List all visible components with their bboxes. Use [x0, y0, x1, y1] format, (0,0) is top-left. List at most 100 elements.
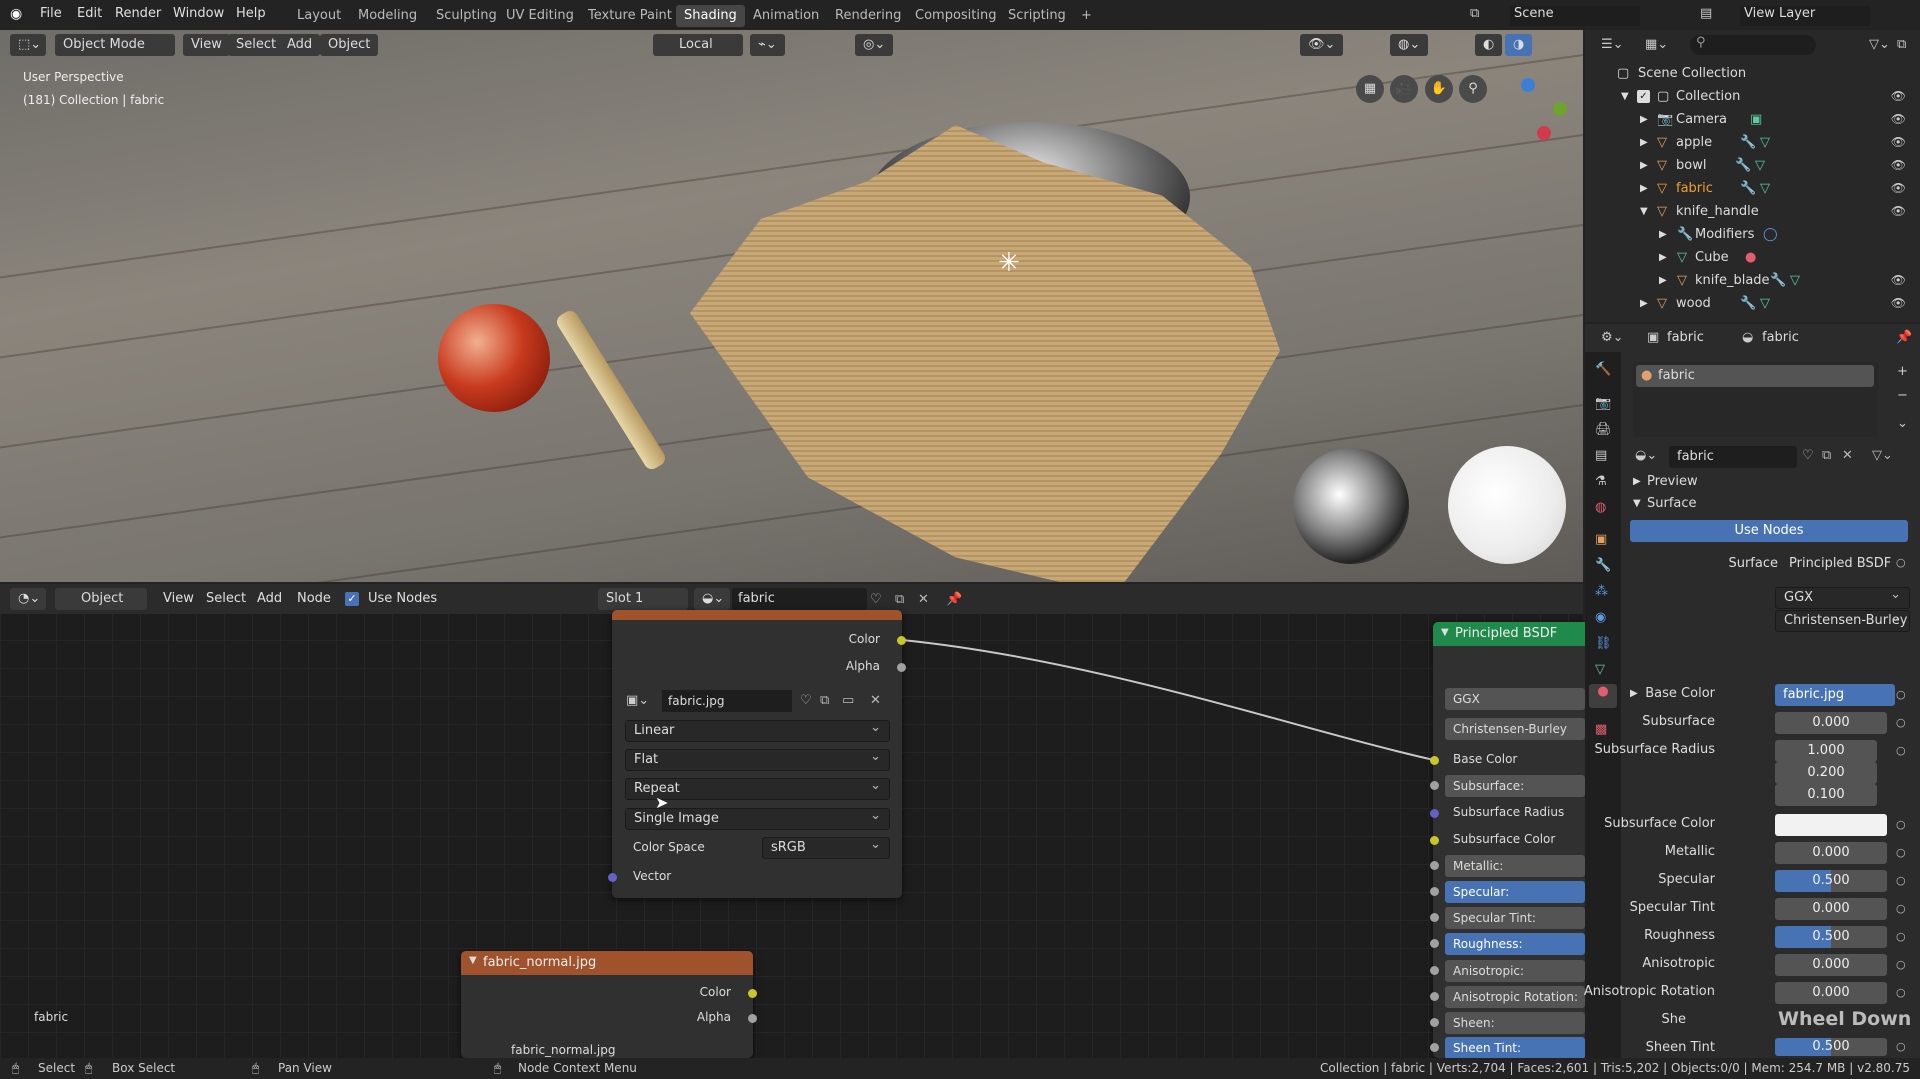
projection-dropdown[interactable]: Flat	[625, 747, 890, 771]
prop-anisotropic-rotation-dot-icon[interactable]: ○	[1896, 986, 1906, 999]
material-tab-icon[interactable]: ●	[1589, 684, 1617, 708]
color-space-dropdown[interactable]: sRGB	[762, 835, 890, 859]
camera-data-icon[interactable]: ▣	[1750, 108, 1762, 131]
prop-subsurface-dot-icon[interactable]: ○	[1896, 716, 1906, 729]
output-tab-icon[interactable]: 🖨	[1595, 422, 1612, 437]
image-output-color-socket[interactable]	[897, 636, 906, 645]
bsdf-specular-tint-socket[interactable]	[1430, 913, 1439, 922]
prop-sheen-tint-dot-icon[interactable]: ○	[1896, 1040, 1906, 1053]
knife-blade-expand-icon[interactable]: ▶	[1659, 269, 1667, 292]
new-collection-icon[interactable]: ⧉	[1897, 37, 1906, 52]
view-layer-name[interactable]: View Layer	[1740, 6, 1870, 26]
bsdf-input-specular[interactable]: Specular:	[1445, 881, 1585, 903]
wood-modifier-icon[interactable]: 🔧	[1740, 292, 1756, 315]
normal-image-name[interactable]: fabric_normal.jpg	[511, 1043, 616, 1057]
bsdf-subsurface-color-socket[interactable]	[1430, 836, 1439, 845]
prop-specular-tint-value[interactable]: 0.000	[1775, 898, 1887, 920]
surface-shader-dot-icon[interactable]: ○	[1896, 556, 1906, 569]
knife-blade-visibility-icon[interactable]: 👁	[1891, 269, 1906, 292]
prop-roughness-dot-icon[interactable]: ○	[1896, 930, 1906, 943]
scene-tab-icon[interactable]: ⚗	[1595, 474, 1607, 489]
preview-panel-arrow-icon[interactable]: ▶	[1633, 476, 1641, 487]
prop-subsurface-radius-dot-icon[interactable]: ○	[1896, 744, 1906, 757]
normal-collapse-icon[interactable]: ▼	[469, 955, 477, 966]
outliner-row-knife-blade[interactable]: ▶ ▽ knife_blade 🔧 ▽ 👁	[1585, 269, 1920, 292]
knife-handle-expand-icon[interactable]: ▼	[1640, 200, 1648, 223]
outliner-row-bowl[interactable]: ▶ ▽ bowl 🔧 ▽ 👁	[1585, 154, 1920, 177]
bsdf-collapse-icon[interactable]: ▼	[1441, 627, 1449, 638]
outliner-funnel-icon[interactable]: ▽⌄	[1869, 37, 1890, 52]
object-tab-icon[interactable]: ▣	[1595, 532, 1607, 547]
bsdf-subsurface-radius-socket[interactable]	[1430, 809, 1439, 818]
remove-slot-icon[interactable]: −	[1897, 388, 1908, 403]
image-unlink-icon[interactable]: ✕	[870, 693, 881, 708]
material-unlink-icon[interactable]: ✕	[1842, 448, 1853, 463]
surface-shader-value[interactable]: Principled BSDF	[1789, 556, 1891, 571]
image-open-icon[interactable]: ▭	[842, 693, 854, 708]
outliner-row-scene-collection[interactable]: ▢ Scene Collection	[1585, 62, 1920, 85]
bsdf-input-sheen-tint[interactable]: Sheen Tint:	[1445, 1037, 1585, 1059]
props-subsurface-method-dropdown[interactable]: Christensen-Burley	[1775, 608, 1910, 632]
material-slot-item[interactable]: ● fabric	[1636, 365, 1874, 387]
camera-expand-icon[interactable]: ▶	[1640, 108, 1648, 131]
bsdf-subsurface-method[interactable]: Christensen-Burley	[1445, 718, 1585, 740]
view-layer-icon[interactable]: ▤	[1700, 6, 1712, 21]
prop-metallic-dot-icon[interactable]: ○	[1896, 846, 1906, 859]
prop-subsurface-color-swatch[interactable]	[1775, 814, 1887, 836]
bsdf-input-anisotropic-rotation[interactable]: Anisotropic Rotation:	[1445, 986, 1585, 1008]
render-tab-icon[interactable]: 📷	[1595, 396, 1611, 411]
physics-tab-icon[interactable]: ◉	[1595, 610, 1606, 625]
tool-tab-icon[interactable]: 🔨	[1595, 362, 1611, 377]
outliner-row-fabric[interactable]: ▶ ▽ fabric 🔧 ▽ 👁	[1585, 177, 1920, 200]
normal-output-alpha-socket[interactable]	[748, 1014, 757, 1023]
outliner-filter-icon[interactable]: ▦⌄	[1645, 37, 1668, 52]
prop-subsurface-radius-y[interactable]: 0.200	[1775, 762, 1877, 784]
material-duplicate-icon[interactable]: ⧉	[1822, 448, 1831, 463]
surface-panel-header[interactable]: Surface	[1647, 496, 1697, 511]
prop-specular-tint-dot-icon[interactable]: ○	[1896, 902, 1906, 915]
surface-panel-arrow-icon[interactable]: ▼	[1633, 498, 1641, 509]
properties-pin-icon[interactable]: 📌	[1896, 330, 1912, 345]
image-duplicate-icon[interactable]: ⧉	[820, 693, 829, 708]
world-tab-icon[interactable]: ◍	[1595, 500, 1606, 515]
bsdf-specular-socket[interactable]	[1430, 887, 1439, 896]
props-distribution-dropdown[interactable]: GGX	[1775, 585, 1910, 609]
wood-mesh-icon[interactable]: ▽	[1760, 292, 1770, 315]
particles-tab-icon[interactable]: ⁂	[1595, 584, 1608, 599]
image-node-header[interactable]	[612, 610, 902, 620]
image-name-field[interactable]: fabric.jpg	[662, 690, 792, 712]
cube-expand-icon[interactable]: ▶	[1659, 246, 1667, 269]
camera-visibility-icon[interactable]: 👁	[1891, 108, 1906, 131]
outliner-row-knife-handle[interactable]: ▼ ▽ knife_handle 👁	[1585, 200, 1920, 223]
apple-mesh-icon[interactable]: ▽	[1760, 131, 1770, 154]
prop-base-color-value[interactable]: fabric.jpg	[1775, 684, 1895, 706]
use-nodes-button[interactable]: Use Nodes	[1630, 520, 1908, 542]
properties-editor-type-icon[interactable]: ⚙⌄	[1601, 330, 1624, 345]
prop-anisotropic-value[interactable]: 0.000	[1775, 954, 1887, 976]
interpolation-dropdown[interactable]: Linear	[625, 718, 890, 742]
bsdf-metallic-socket[interactable]	[1430, 861, 1439, 870]
outliner-search-input[interactable]: ⚲	[1690, 35, 1816, 55]
prop-base-color-dot-icon[interactable]: ○	[1896, 688, 1906, 701]
knife-blade-modifier-icon[interactable]: 🔧	[1770, 269, 1786, 292]
material-browse-icon-props[interactable]: ◒⌄	[1635, 448, 1657, 463]
add-slot-icon[interactable]: +	[1897, 364, 1908, 379]
prop-specular-dot-icon[interactable]: ○	[1896, 874, 1906, 887]
bsdf-input-subsurface[interactable]: Subsurface:	[1445, 775, 1585, 797]
outliner-row-wood[interactable]: ▶ ▽ wood 🔧 ▽ 👁	[1585, 292, 1920, 315]
apple-visibility-icon[interactable]: 👁	[1891, 131, 1906, 154]
outliner-row-camera[interactable]: ▶ 📷 Camera ▣ 👁	[1585, 108, 1920, 131]
apple-expand-icon[interactable]: ▶	[1640, 131, 1648, 154]
texture-tab-icon[interactable]: ▩	[1595, 722, 1607, 737]
bowl-mesh-icon[interactable]: ▽	[1755, 154, 1765, 177]
bsdf-input-roughness[interactable]: Roughness:	[1445, 933, 1585, 955]
outliner-row-modifiers[interactable]: ▶ 🔧 Modifiers ◯	[1585, 223, 1920, 246]
prop-subsurface-radius-x[interactable]: 1.000	[1775, 740, 1877, 762]
bowl-modifier-icon[interactable]: 🔧	[1735, 154, 1751, 177]
collection-visibility-icon[interactable]: 👁	[1891, 85, 1906, 108]
bsdf-input-metallic[interactable]: Metallic:	[1445, 855, 1585, 877]
base-color-expand-icon[interactable]: ▶	[1630, 688, 1638, 699]
bsdf-subsurface-socket[interactable]	[1430, 781, 1439, 790]
fabric-mesh-icon[interactable]: ▽	[1760, 177, 1770, 200]
prop-subsurface-radius-z[interactable]: 0.100	[1775, 784, 1877, 806]
